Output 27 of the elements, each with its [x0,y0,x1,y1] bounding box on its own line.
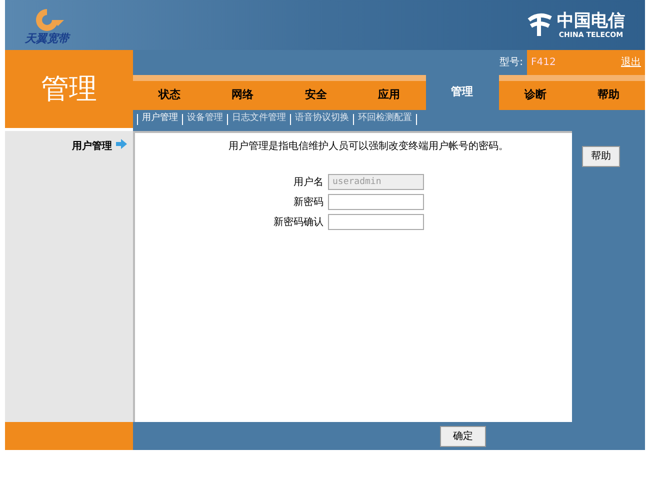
text-field[interactable] [328,214,424,230]
sub-tab[interactable]: 语音协议切换 [295,112,349,126]
arrow-icon [116,139,127,149]
telecom-logo-icon [525,12,553,38]
description-text: 用户管理是指电信维护人员可以强制改变终端用户帐号的密码。 [228,140,508,154]
model-label: 型号: [500,56,523,70]
nav-tab[interactable]: 安全 [279,75,352,110]
sub-tab[interactable]: 环回检测配置 [358,112,412,126]
model-value: F412 [531,56,556,70]
field-label: 新密码确认 [272,216,324,230]
field-label: 新密码 [292,196,324,210]
sub-tab[interactable]: 日志文件管理 [232,112,286,126]
field-label: 用户名 [292,176,324,190]
section-title: 管理 [5,50,133,128]
sidebar-item[interactable]: 用户管理 [72,139,112,154]
nav-tab[interactable]: 诊断 [498,75,572,110]
nav-tab[interactable]: 应用 [352,75,426,110]
help-button[interactable]: 帮助 [582,146,620,167]
nav-tab[interactable]: 状态 [133,75,206,110]
sub-tab[interactable]: 用户管理 [142,112,178,126]
brand-logo-text: 天翼宽带 [25,32,69,44]
text-field[interactable] [328,194,424,210]
telecom-logo-text: 中国电信 [557,10,625,32]
nav-tab[interactable]: 网络 [206,75,280,110]
confirm-button[interactable]: 确定 [440,426,486,446]
sub-tab[interactable]: 设备管理 [187,112,223,126]
nav-tab[interactable]: 帮助 [572,75,645,110]
